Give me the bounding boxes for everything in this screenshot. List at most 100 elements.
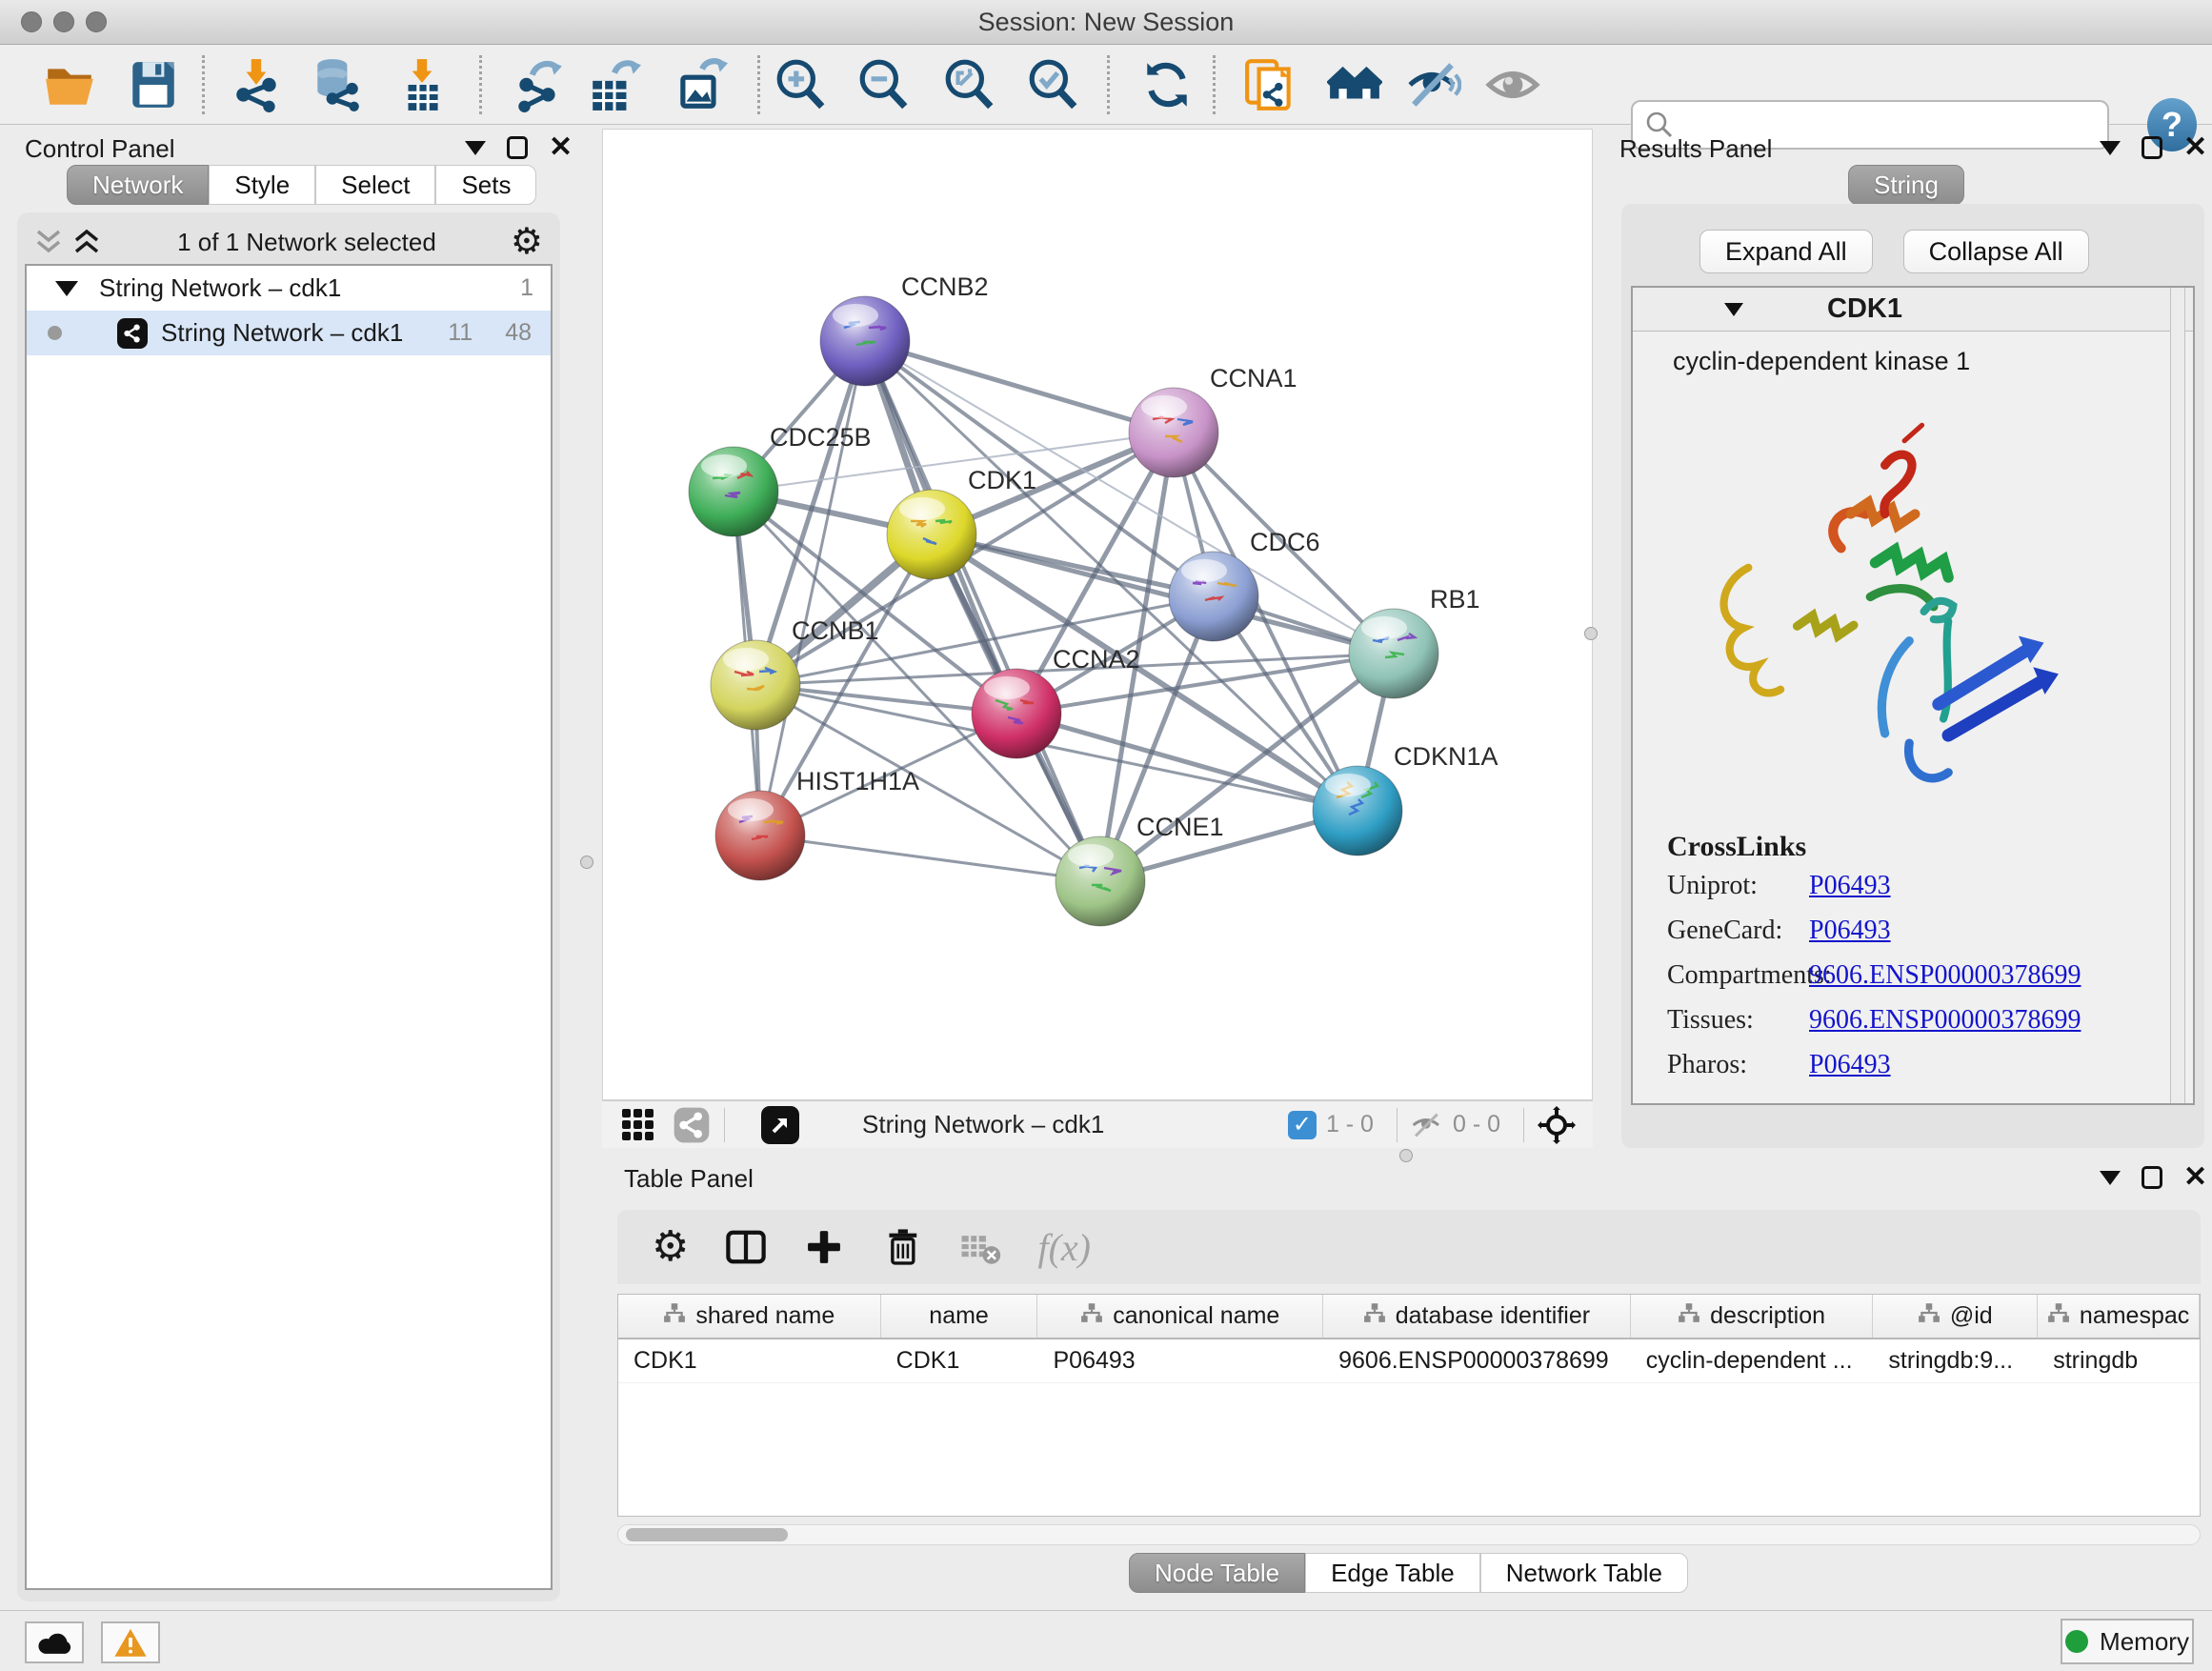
crosslink-link[interactable]: P06493 (1809, 1050, 1891, 1080)
table-cell[interactable]: CDK1 (618, 1339, 881, 1382)
function-builder-icon[interactable]: f(x) (1037, 1225, 1091, 1270)
node-label-ccna1: CCNA1 (1210, 364, 1297, 393)
window-close-button[interactable] (21, 11, 42, 32)
refresh-layout-icon[interactable] (1139, 57, 1195, 112)
crosslink-label: Tissues: (1633, 1005, 1809, 1036)
show-eye-icon[interactable] (1485, 57, 1540, 112)
panel-float-icon[interactable] (507, 136, 528, 159)
import-network-database-icon[interactable] (309, 57, 364, 112)
table-row[interactable]: CDK1CDK1P064939606.ENSP00000378699cyclin… (618, 1339, 2200, 1383)
memory-button[interactable]: Memory (2061, 1619, 2194, 1664)
column-header[interactable]: shared name (618, 1295, 881, 1338)
hidden-eye-icon (1411, 1111, 1443, 1139)
cloud-button[interactable] (25, 1621, 84, 1663)
network-view-icon[interactable] (673, 1106, 711, 1144)
open-session-icon[interactable] (42, 57, 97, 112)
panel-float-icon[interactable] (2142, 136, 2162, 159)
table-cell[interactable]: stringdb:9... (1873, 1339, 2038, 1382)
network-row-selected[interactable]: String Network – cdk1 11 48 (27, 311, 551, 355)
zoom-out-icon[interactable] (856, 57, 912, 112)
splitter-handle[interactable] (1584, 627, 1598, 640)
grid-view-icon[interactable] (621, 1108, 655, 1142)
crosslink-link[interactable]: P06493 (1809, 916, 1891, 946)
crosslink-row: GeneCard:P06493 (1633, 908, 2166, 953)
table-hscrollbar[interactable] (617, 1524, 2201, 1545)
column-header[interactable]: name (881, 1295, 1038, 1338)
table-cell[interactable]: cyclin-dependent ... (1631, 1339, 1874, 1382)
protein-header[interactable]: CDK1 (1633, 288, 2193, 332)
panel-menu-icon[interactable] (465, 141, 486, 155)
table-cell[interactable]: 9606.ENSP00000378699 (1323, 1339, 1631, 1382)
tab-edge-table[interactable]: Edge Table (1305, 1553, 1480, 1593)
zoom-selected-icon[interactable] (1026, 57, 1081, 112)
export-table-icon[interactable] (587, 57, 642, 112)
network-canvas[interactable]: CCNB2CCNA1CDC25BCDK1CDC6RB1CCNB1CCNA2CDK… (602, 129, 1593, 1100)
import-table-file-icon[interactable] (394, 57, 450, 112)
column-header[interactable]: @id (1873, 1295, 2038, 1338)
crosslink-link[interactable]: 9606.ENSP00000378699 (1809, 1005, 2081, 1036)
network-collection-row[interactable]: String Network – cdk1 1 (27, 266, 551, 311)
expand-all-button[interactable]: Expand All (1699, 230, 1873, 273)
panel-close-icon[interactable]: ✕ (549, 136, 573, 159)
tab-sets[interactable]: Sets (435, 165, 536, 205)
network-edge[interactable] (932, 534, 1394, 654)
protein-collapse-icon[interactable] (1724, 303, 1743, 316)
panel-close-icon[interactable]: ✕ (2183, 136, 2207, 159)
panel-menu-icon[interactable] (2100, 141, 2121, 155)
column-header[interactable]: description (1631, 1295, 1874, 1338)
zoom-fit-icon[interactable] (942, 57, 997, 112)
home-species-icon[interactable] (1327, 57, 1382, 112)
tab-network-table[interactable]: Network Table (1480, 1553, 1688, 1593)
export-image-icon[interactable] (673, 57, 728, 112)
table-cell[interactable]: CDK1 (881, 1339, 1038, 1382)
panel-close-icon[interactable]: ✕ (2183, 1166, 2207, 1189)
tab-style[interactable]: Style (209, 165, 315, 205)
tab-select[interactable]: Select (315, 165, 435, 205)
hide-unhide-icon[interactable] (1406, 57, 1461, 112)
column-header[interactable]: namespac (2038, 1295, 2200, 1338)
current-network-dot (48, 326, 62, 340)
panel-menu-icon[interactable] (2100, 1171, 2121, 1185)
detach-view-icon[interactable] (761, 1106, 799, 1144)
save-session-icon[interactable] (126, 57, 181, 112)
network-options-gear-icon[interactable]: ⚙ (511, 228, 543, 256)
fit-content-crosshair-icon[interactable] (1538, 1106, 1576, 1144)
tab-network[interactable]: Network (67, 165, 209, 205)
delete-table-icon[interactable] (959, 1226, 1001, 1268)
panel-float-icon[interactable] (2142, 1166, 2162, 1189)
protein-details-box: CDK1 cyclin-dependent kinase 1 (1631, 286, 2195, 1105)
column-header[interactable]: database identifier (1323, 1295, 1631, 1338)
collapse-all-button[interactable]: Collapse All (1903, 230, 2089, 273)
string-protein-query-icon[interactable] (1243, 57, 1298, 112)
network-edge[interactable] (760, 341, 865, 836)
selected-indicator-checkbox[interactable]: ✓ (1288, 1111, 1317, 1139)
network-graph[interactable]: CCNB2CCNA1CDC25BCDK1CDC6RB1CCNB1CCNA2CDK… (603, 130, 1592, 1099)
node-gloss (1181, 559, 1227, 582)
warnings-button[interactable] (101, 1621, 160, 1663)
network-edge[interactable] (760, 836, 1100, 881)
results-scrollbar[interactable] (2170, 288, 2185, 1103)
collection-expand-icon[interactable] (55, 281, 78, 296)
crosslink-link[interactable]: 9606.ENSP00000378699 (1809, 960, 2081, 991)
window-minimize-button[interactable] (53, 11, 74, 32)
delete-column-icon[interactable] (881, 1226, 923, 1268)
table-cell[interactable]: P06493 (1037, 1339, 1323, 1382)
tab-node-table[interactable]: Node Table (1129, 1553, 1305, 1593)
window-title: Session: New Session (0, 0, 2212, 45)
node-label-cdc6: CDC6 (1250, 528, 1320, 556)
table-cell[interactable]: stringdb (2038, 1339, 2200, 1382)
column-header[interactable]: canonical name (1037, 1295, 1323, 1338)
expand-all-networks-icon[interactable] (70, 228, 103, 256)
collapse-all-networks-icon[interactable] (32, 228, 65, 256)
import-network-file-icon[interactable] (230, 57, 285, 112)
show-columns-icon[interactable] (725, 1226, 767, 1268)
zoom-in-icon[interactable] (774, 57, 829, 112)
window-zoom-button[interactable] (86, 11, 107, 32)
create-column-icon[interactable] (803, 1226, 845, 1268)
splitter-handle[interactable] (580, 856, 593, 869)
crosslink-link[interactable]: P06493 (1809, 871, 1891, 901)
table-options-gear-icon[interactable]: ⚙ (652, 1226, 689, 1268)
tab-string[interactable]: String (1848, 165, 1964, 205)
network-edge[interactable] (865, 341, 1100, 881)
export-network-icon[interactable] (511, 57, 566, 112)
